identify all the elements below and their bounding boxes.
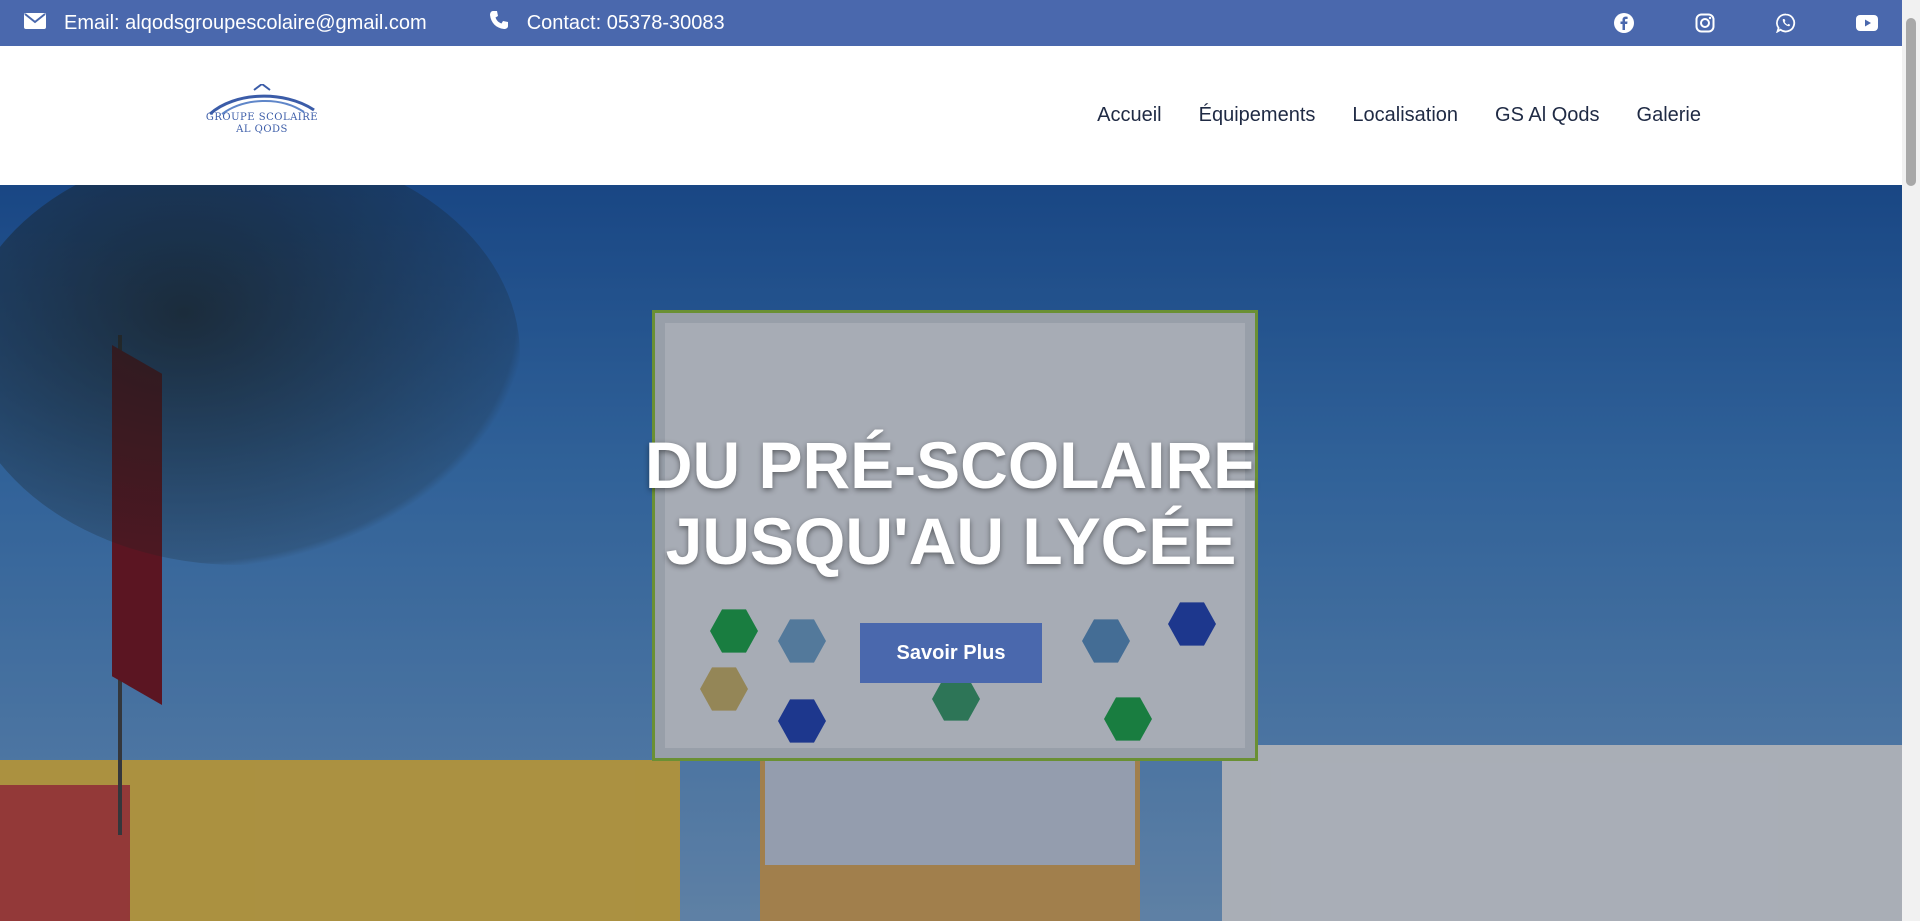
phone-text: Contact: 05378-30083	[526, 11, 725, 34]
email-text: Email: alqodsgroupescolaire@gmail.com	[64, 11, 427, 34]
scrollbar-thumb[interactable]	[1906, 18, 1916, 186]
nav-accueil[interactable]: Accueil	[1097, 104, 1161, 127]
nav-gs-al-qods[interactable]: GS Al Qods	[1495, 104, 1600, 127]
email-contact[interactable]: Email: alqodsgroupescolaire@gmail.com	[24, 12, 427, 35]
hero-section: DU PRÉ-SCOLAIRE JUSQU'AU LYCÉE Savoir Pl…	[0, 185, 1902, 921]
phone-icon	[489, 10, 527, 36]
logo-line1: GROUPE SCOLAIRE	[205, 112, 319, 123]
logo-text: GROUPE SCOLAIRE AL QODS	[204, 112, 320, 136]
hero-title-line1: DU PRÉ-SCOLAIRE	[644, 428, 1258, 502]
logo-line2: AL QODS	[236, 124, 288, 135]
youtube-icon[interactable]	[1856, 12, 1878, 34]
phone-contact[interactable]: Contact: 05378-30083	[489, 10, 725, 36]
hero-title: DU PRÉ-SCOLAIRE JUSQU'AU LYCÉE	[0, 427, 1902, 579]
top-contact-bar: Email: alqodsgroupescolaire@gmail.com Co…	[0, 0, 1902, 46]
envelope-icon	[24, 12, 64, 35]
nav-localisation[interactable]: Localisation	[1352, 104, 1458, 127]
facebook-icon[interactable]	[1613, 12, 1635, 34]
hero-title-line2: JUSQU'AU LYCÉE	[665, 504, 1237, 578]
nav-galerie[interactable]: Galerie	[1637, 104, 1701, 127]
main-nav: Accueil Équipements Localisation GS Al Q…	[1060, 104, 1701, 127]
nav-equipements[interactable]: Équipements	[1199, 104, 1316, 127]
social-links	[1613, 0, 1902, 46]
instagram-icon[interactable]	[1694, 12, 1716, 34]
site-logo[interactable]: GROUPE SCOLAIRE AL QODS	[204, 82, 320, 156]
savoir-plus-button[interactable]: Savoir Plus	[860, 623, 1042, 683]
site-header: GROUPE SCOLAIRE AL QODS Accueil Équipeme…	[0, 46, 1902, 185]
whatsapp-icon[interactable]	[1775, 12, 1797, 34]
page-scrollbar[interactable]	[1902, 0, 1920, 921]
